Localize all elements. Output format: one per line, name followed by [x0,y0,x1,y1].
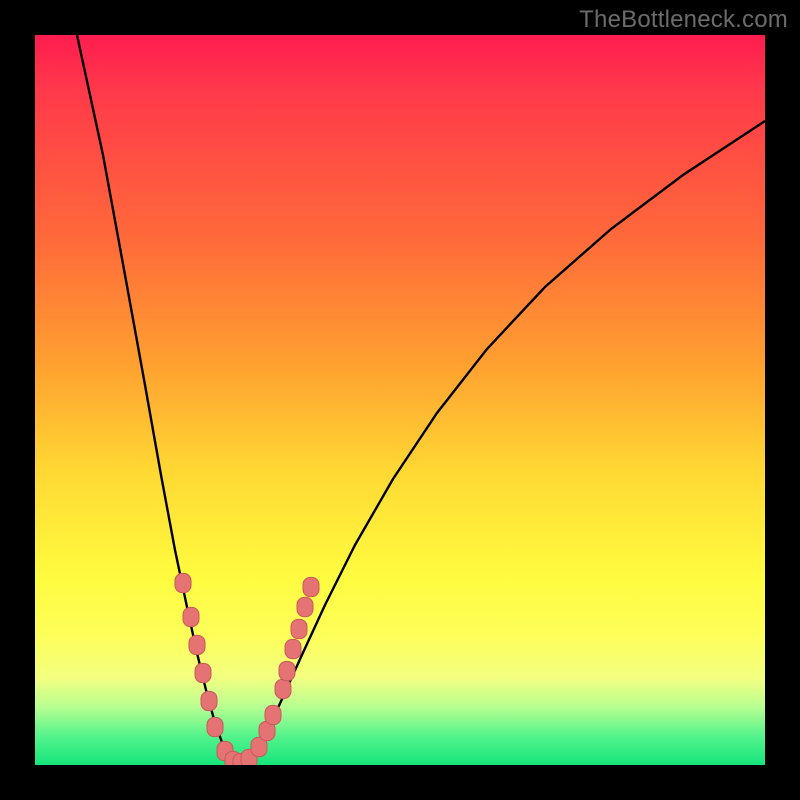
data-marker [183,607,199,626]
data-marker [195,663,211,682]
data-marker [189,635,205,654]
data-marker [275,679,291,698]
curve-right-branch [238,121,765,765]
chart-svg [35,35,765,765]
data-marker [303,577,319,596]
plot-area [35,35,765,765]
data-marker [175,573,191,592]
data-marker [285,639,301,658]
data-marker [291,619,307,638]
data-marker [265,705,281,724]
data-marker [297,597,313,616]
chart-frame: TheBottleneck.com [0,0,800,800]
data-marker [207,717,223,736]
curve-left-branch [77,35,238,765]
data-markers [175,573,319,765]
data-marker [201,691,217,710]
watermark-label: TheBottleneck.com [579,6,788,34]
data-marker [279,661,295,680]
